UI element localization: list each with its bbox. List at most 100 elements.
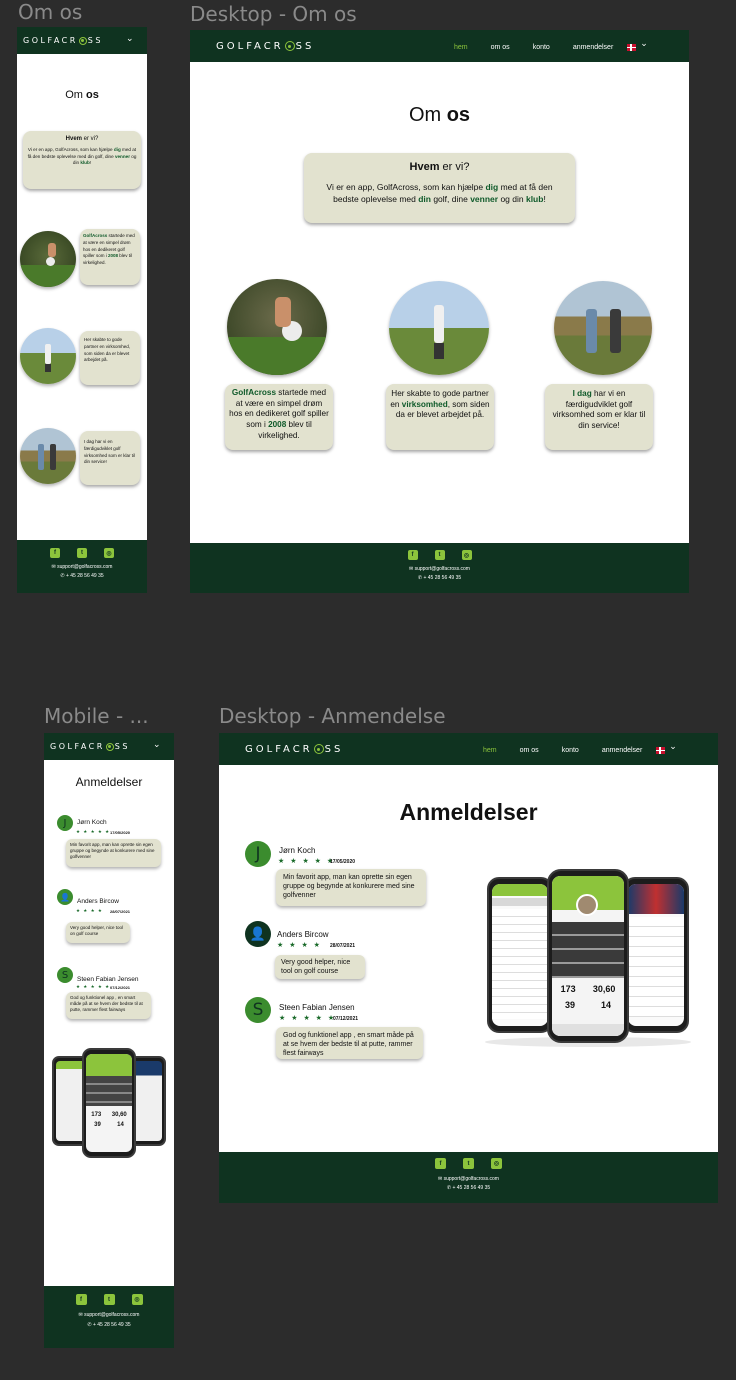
golfer-swing-photo (20, 328, 76, 384)
nav-anmendelser[interactable]: anmendelser (602, 747, 642, 754)
golf-ball-photo (227, 279, 327, 375)
card-start: GolfAcross startede med at være en simpe… (225, 384, 333, 450)
avatar: J (57, 815, 73, 831)
menu-chevron-down-icon[interactable]: ⌄ (153, 740, 161, 750)
footer-phone[interactable]: ✆ + 45 28 56 49 35 (447, 1185, 490, 1191)
intro-bubble: Hvem er vi? Vi er en app, GolfAcross, so… (304, 153, 575, 223)
footer: f t ◎ ✉ support@golfacross.com ✆ + 45 28… (190, 543, 689, 593)
main-nav: hem om os konto anmendelser ⌄ (483, 742, 677, 755)
card-today: I dag har vi en færdigudviklet golf virk… (80, 431, 140, 485)
reviewer-name: Steen Fabian Jensen (279, 1003, 355, 1012)
instagram-icon[interactable]: ◎ (131, 1294, 143, 1305)
social-icons: f t ◎ (50, 548, 114, 558)
language-chevron-down-icon[interactable]: ⌄ (669, 742, 677, 752)
star-rating: ★ ★ ★ ★ (277, 942, 322, 949)
nav-hem[interactable]: hem (454, 44, 468, 51)
golfer-swing-photo (389, 281, 489, 375)
intro-bubble: Hvem er vi? Vi er en app, GolfAcross, so… (23, 131, 141, 189)
frame-label-desktop-om-os: Desktop - Om os (190, 2, 357, 26)
stat-d: 14 (600, 1000, 611, 1010)
footer-phone[interactable]: ✆ + 45 28 56 49 35 (87, 1322, 130, 1328)
desktop-anmeldelse-frame: GOLFACR SS hem om os konto anmendelser ⌄ … (219, 733, 718, 1203)
footer-email[interactable]: ✉ support@golfacross.com (52, 564, 113, 570)
avatar: S (245, 997, 271, 1023)
logo[interactable]: GOLFACR SS (216, 41, 314, 52)
footer-email[interactable]: ✉ support@golfacross.com (409, 566, 470, 572)
mobile-om-os-frame: GOLFACR SS ⌄ Om os Hvem er vi? Vi er en a… (17, 27, 147, 593)
golf-ball-photo (20, 231, 76, 287)
frame-label-desktop-anmeldelse: Desktop - Anmendelse (219, 704, 446, 728)
reviewer-name: Jørn Koch (279, 846, 316, 855)
intro-text: Vi er en app, GolfAcross, som kan hjælpe… (27, 147, 137, 166)
mobile-anmeldelse-frame: GOLFACR SS ⌄ Anmeldelser J Jørn Koch ★ ★ … (44, 733, 174, 1348)
page-title: Om os (65, 89, 99, 101)
reviewer-name: Anders Bircow (277, 930, 329, 939)
danish-flag-icon[interactable] (656, 746, 666, 754)
stat-a: 173 (560, 984, 576, 994)
danish-flag-icon[interactable] (627, 43, 637, 51)
review-text: Very good helper, nice tool on golf cour… (275, 955, 365, 979)
stat-c: 39 (94, 1122, 101, 1128)
nav-om-os[interactable]: om os (520, 747, 539, 754)
twitter-icon[interactable]: t (434, 550, 445, 560)
instagram-icon[interactable]: ◎ (491, 1158, 502, 1169)
footer-email[interactable]: ✉ support@golfacross.com (79, 1312, 140, 1318)
review-text: God og funktionel app , en smart måde på… (66, 992, 151, 1019)
nav-konto[interactable]: konto (533, 44, 550, 51)
mobile-header: GOLFACR SS ⌄ (44, 733, 174, 760)
footer-phone[interactable]: ✆ + 45 28 56 49 35 (60, 573, 103, 579)
nav-hem[interactable]: hem (483, 747, 497, 754)
frame-label-mobile-anmeldelse: Mobile - ... (44, 704, 149, 728)
facebook-icon[interactable]: f (50, 548, 60, 558)
facebook-icon[interactable]: f (75, 1294, 87, 1305)
nav-konto[interactable]: konto (562, 747, 579, 754)
page-title: Anmeldelser (399, 799, 538, 825)
reviewer-name: Anders Bircow (77, 898, 119, 905)
review-text: Very good helper, nice tool on golf cour… (66, 922, 130, 943)
star-rating: ★ ★ ★ ★ ★ (76, 984, 111, 989)
footer: f t ◎ ✉ support@golfacross.com ✆ + 45 28… (44, 1286, 174, 1348)
card-start: GolfAcross startede med at være en simpe… (80, 229, 140, 285)
card-today: I dag har vi en færdigudviklet golf virk… (545, 384, 653, 450)
language-chevron-down-icon[interactable]: ⌄ (640, 39, 648, 49)
twitter-icon[interactable]: t (77, 548, 87, 558)
review-date: 17/05/2020 (110, 830, 131, 835)
default-user-icon: 👤 (57, 889, 73, 905)
logo-text-pre: GOLFACR (23, 36, 78, 45)
instagram-icon[interactable]: ◎ (461, 550, 472, 560)
social-icons: f t ◎ (75, 1294, 143, 1305)
review-date: 28/07/2021 (330, 943, 356, 949)
logo[interactable]: GOLFACR SS (50, 742, 130, 751)
facebook-icon[interactable]: f (407, 550, 418, 560)
review-text: Min favorit app, man kan oprette sin ege… (66, 839, 161, 867)
footer-email[interactable]: ✉ support@golfacross.com (438, 1176, 499, 1182)
nav-anmendelser[interactable]: anmendelser (573, 44, 613, 51)
review-text: God og funktionel app , en smart måde på… (276, 1027, 423, 1059)
logo[interactable]: GOLFACR SS (23, 36, 103, 45)
instagram-icon[interactable]: ◎ (104, 548, 114, 558)
reviewer-name: Jørn Koch (77, 819, 107, 826)
star-rating: ★ ★ ★ ★ (76, 908, 103, 913)
footer-phone[interactable]: ✆ + 45 28 56 49 35 (418, 575, 461, 581)
desktop-om-os-frame: GOLFACR SS hem om os konto anmendelser ⌄ … (190, 30, 689, 593)
main-nav: hem om os konto anmendelser ⌄ (454, 39, 648, 52)
review-date: 07/12/2021 (110, 985, 131, 990)
app-mockup-image: 173 30,60 39 14 (52, 1048, 166, 1160)
logo-text-post: SS (87, 36, 103, 45)
twitter-icon[interactable]: t (463, 1158, 474, 1169)
page-title: Om os (408, 104, 471, 126)
twitter-icon[interactable]: t (103, 1294, 115, 1305)
avatar: J (245, 841, 271, 867)
facebook-icon[interactable]: f (435, 1158, 446, 1169)
nav-om-os[interactable]: om os (491, 44, 510, 51)
review-date: 07/12/2021 (333, 1016, 359, 1022)
default-user-icon: 👤 (245, 921, 271, 947)
mobile-header: GOLFACR SS ⌄ (17, 27, 147, 54)
card-partners: Her skabte to gode partner en virksomhed… (386, 384, 494, 450)
golfers-handshake-photo (20, 428, 76, 484)
menu-chevron-down-icon[interactable]: ⌄ (126, 34, 134, 44)
footer: f t ◎ ✉ support@golfacross.com ✆ + 45 28… (17, 540, 147, 593)
logo-target-icon (105, 742, 114, 751)
footer: f t ◎ ✉ support@golfacross.com ✆ + 45 28… (219, 1152, 718, 1203)
logo[interactable]: GOLFACR SS (245, 744, 343, 755)
